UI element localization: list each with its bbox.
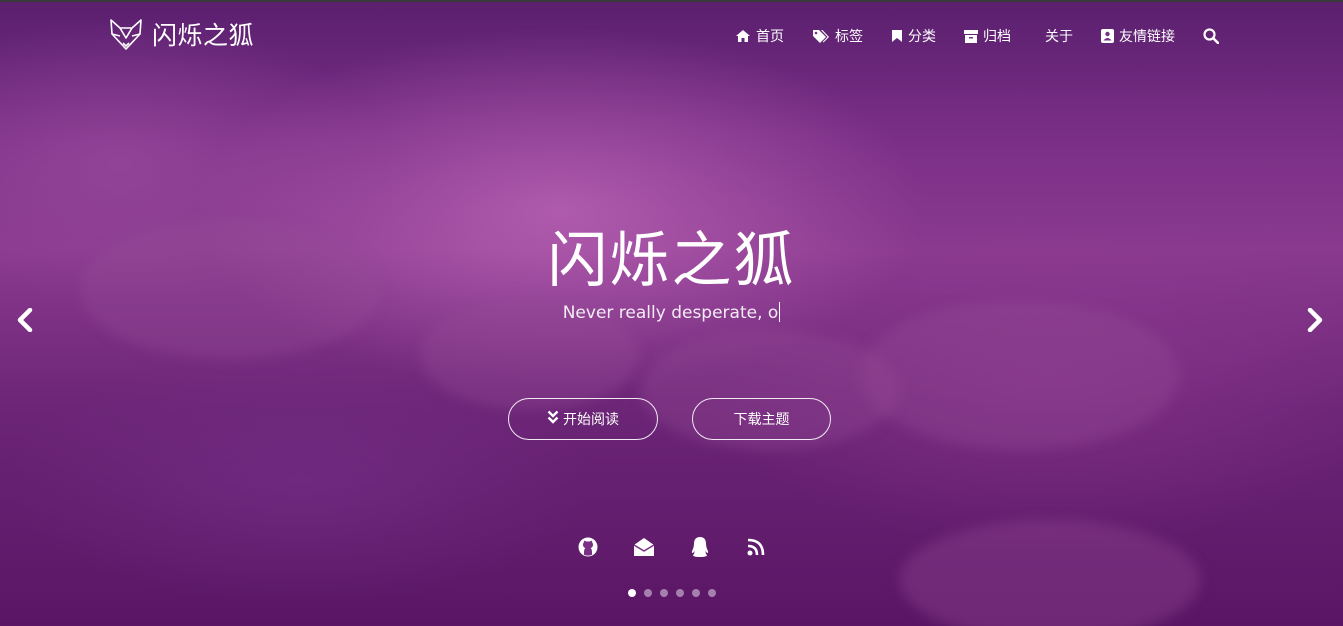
nav-label: 友情链接 [1119, 29, 1175, 45]
nav-label: 首页 [756, 29, 784, 45]
start-reading-label: 开始阅读 [563, 412, 619, 428]
carousel-next-button[interactable] [1304, 307, 1328, 336]
hero-title: 闪烁之狐 [547, 226, 796, 296]
nav-label: 标签 [835, 29, 863, 45]
carousel-dot[interactable] [643, 589, 652, 597]
nav-item-about[interactable]: 关于 [1045, 26, 1073, 46]
home-icon [735, 29, 751, 43]
nav-label: 分类 [908, 29, 936, 45]
github-icon [578, 537, 598, 561]
nav-item-tags[interactable]: 标签 [812, 26, 863, 46]
brand[interactable]: 闪烁之狐 [108, 16, 254, 52]
archive-icon [964, 29, 978, 43]
search-button[interactable] [1203, 26, 1219, 46]
carousel-dot[interactable] [627, 589, 636, 597]
download-theme-label: 下载主题 [733, 412, 790, 428]
carousel-indicators [0, 589, 1343, 597]
nav-item-home[interactable]: 首页 [735, 26, 784, 46]
hero-subtitle: Never really desperate, o [0, 302, 1343, 323]
qq-link[interactable] [689, 536, 711, 562]
rss-icon [747, 538, 765, 560]
typed-text: Never really desperate, o [562, 303, 779, 323]
social-links [0, 536, 1343, 562]
carousel-prev-button[interactable] [12, 307, 36, 336]
cloud-decoration [900, 520, 1200, 626]
bookmark-icon [891, 29, 903, 43]
carousel-dot[interactable] [691, 589, 700, 597]
nav-label: 关于 [1045, 29, 1073, 45]
nav-item-friend-links[interactable]: 友情链接 [1101, 26, 1175, 46]
double-chevron-down-icon [547, 410, 559, 428]
qq-icon [690, 536, 710, 562]
hero-banner: 闪烁之狐 首页 标签 分类 归档 关于 友情链接 闪烁之狐 Never real… [0, 0, 1343, 626]
address-book-icon [1101, 29, 1114, 43]
email-icon [633, 537, 655, 561]
carousel-dot[interactable] [659, 589, 668, 597]
chevron-left-icon [15, 307, 33, 336]
tags-icon [812, 29, 830, 43]
chevron-right-icon [1307, 307, 1325, 336]
email-link[interactable] [633, 538, 655, 560]
nav-item-archive[interactable]: 归档 [964, 26, 1011, 46]
top-border [0, 0, 1343, 2]
download-theme-button[interactable]: 下载主题 [692, 398, 831, 440]
github-link[interactable] [577, 537, 599, 561]
carousel-dot[interactable] [675, 589, 684, 597]
carousel-dot[interactable] [707, 589, 716, 597]
main-nav: 首页 标签 分类 归档 关于 友情链接 [707, 26, 1219, 46]
typing-caret [779, 302, 781, 322]
rss-link[interactable] [745, 538, 767, 560]
search-icon [1203, 28, 1219, 44]
fox-logo-icon [108, 16, 144, 52]
nav-label: 归档 [983, 29, 1011, 45]
nav-item-categories[interactable]: 分类 [891, 26, 936, 46]
brand-name: 闪烁之狐 [152, 21, 255, 50]
start-reading-button[interactable]: 开始阅读 [508, 398, 658, 440]
